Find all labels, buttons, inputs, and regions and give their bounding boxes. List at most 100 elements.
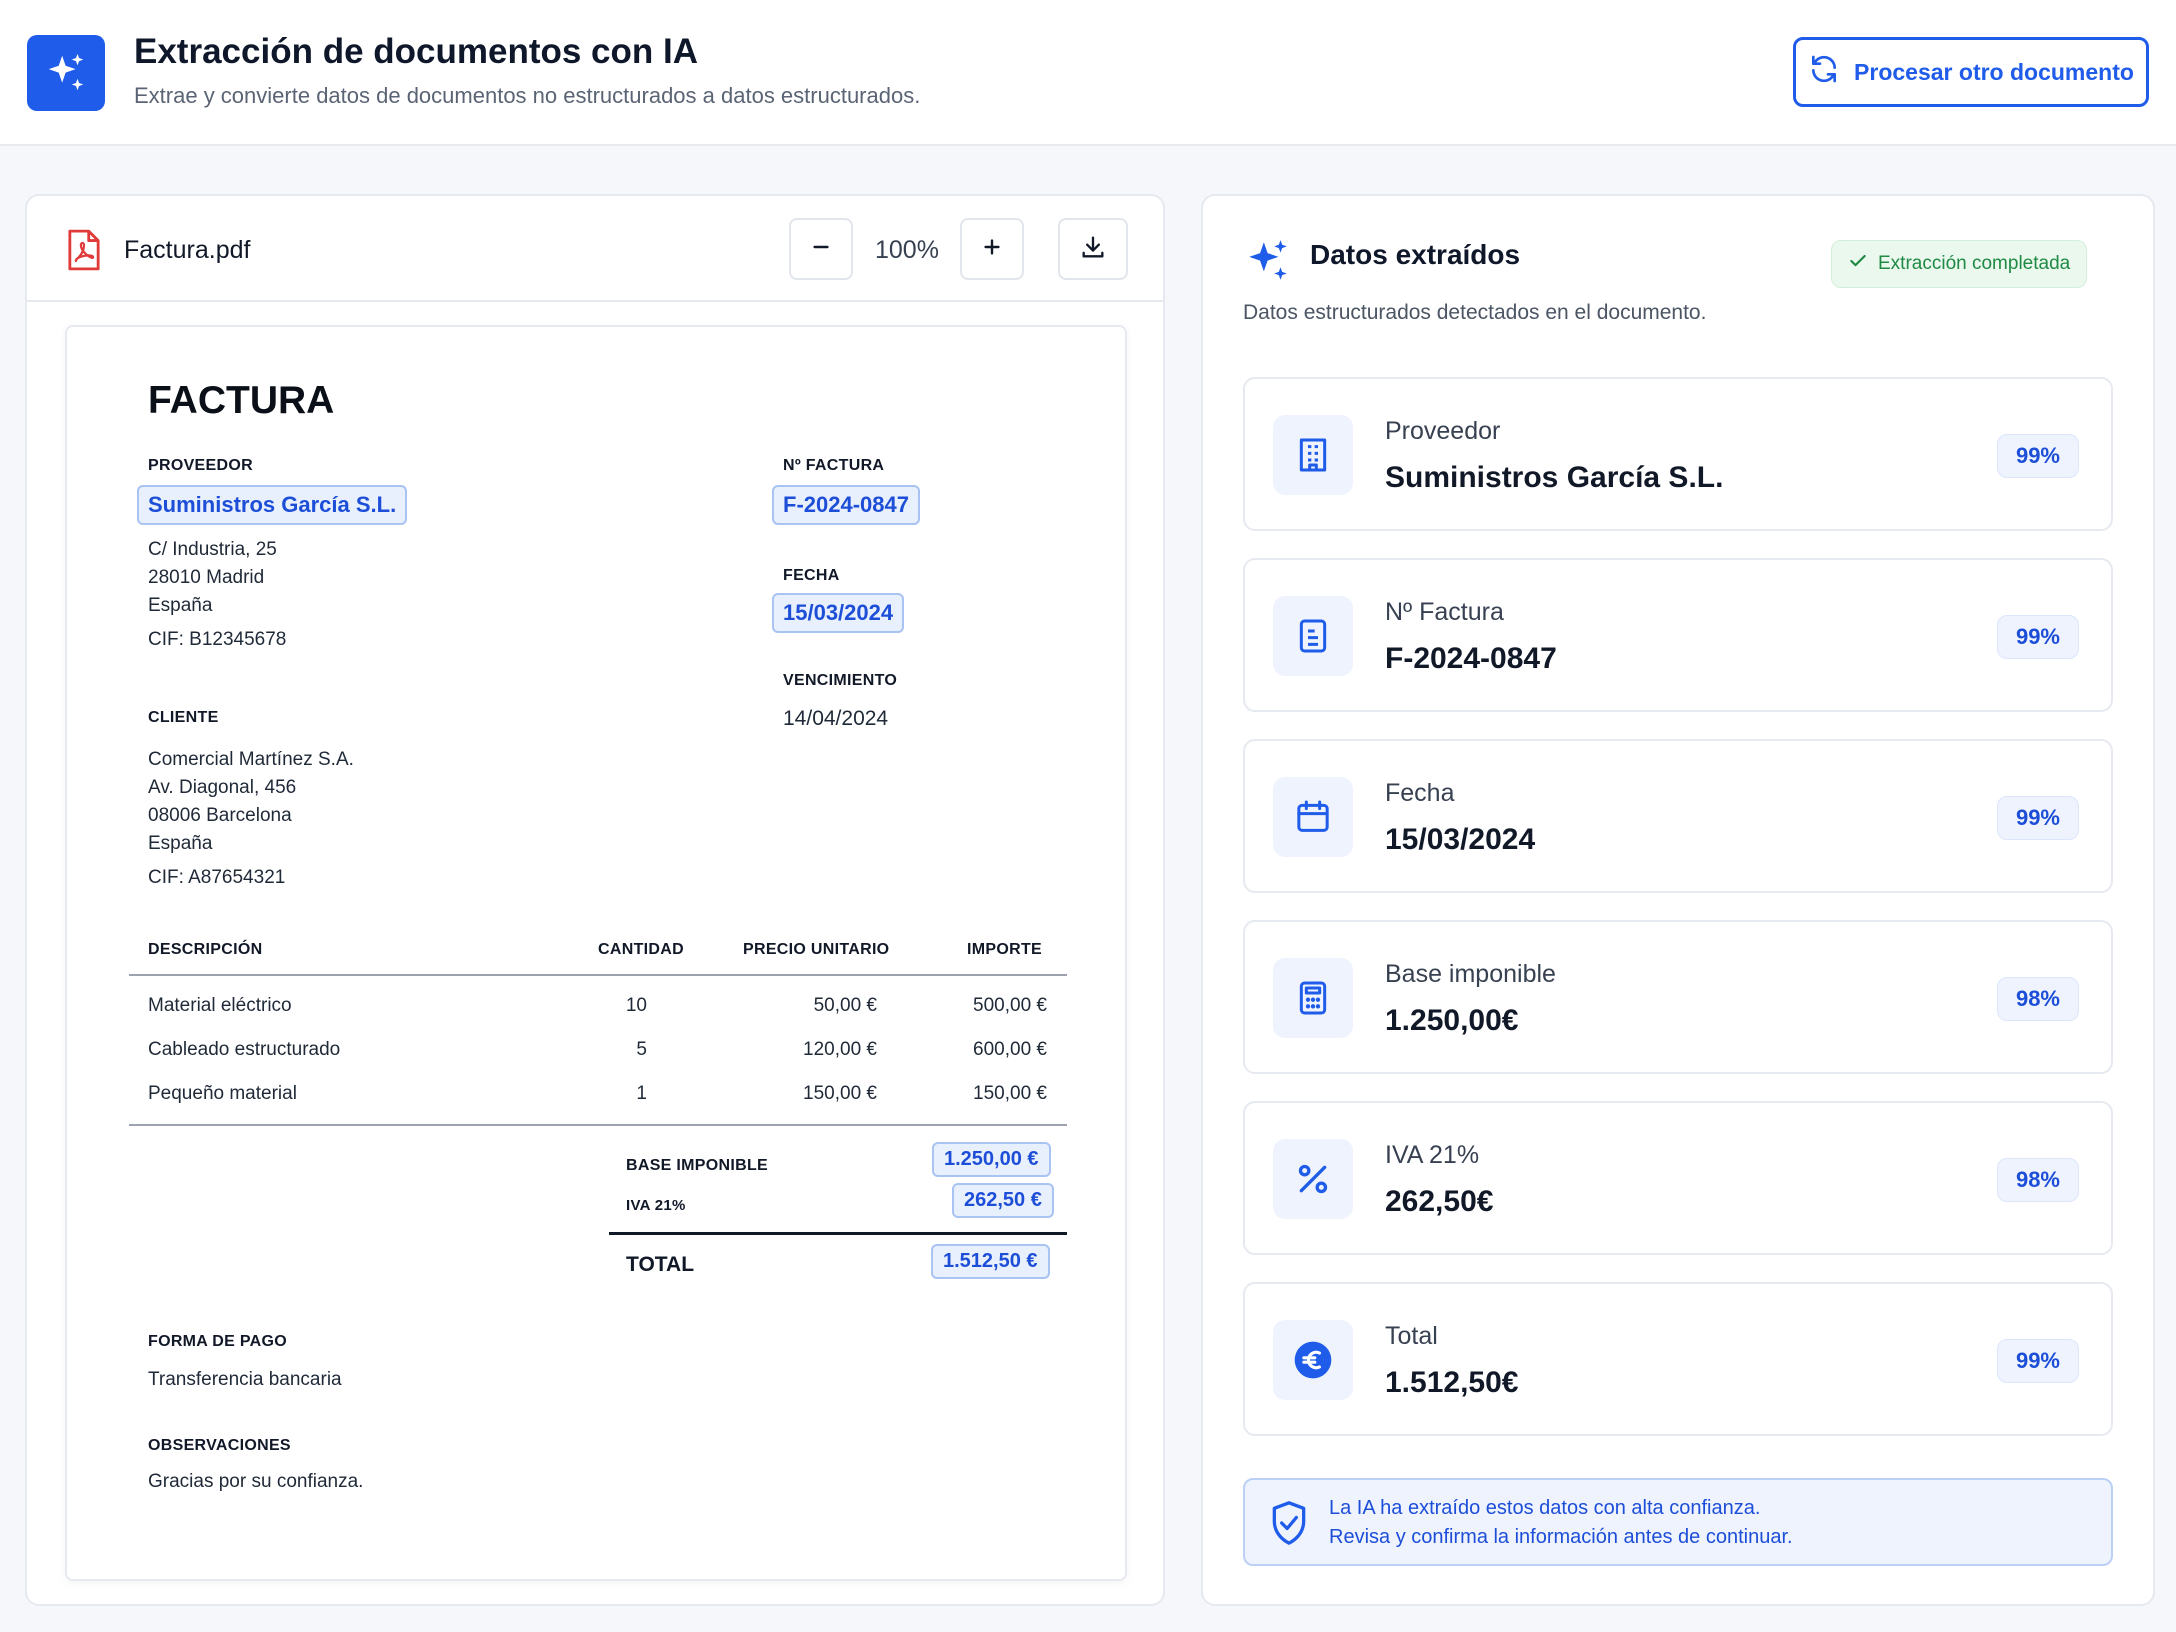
notes-value: Gracias por su confianza. — [148, 1471, 364, 1492]
zoom-in-button[interactable] — [960, 218, 1024, 280]
due-date-value: 14/04/2024 — [783, 707, 889, 730]
table-divider — [129, 974, 1067, 976]
page-title: Extracción de documentos con IA — [134, 32, 698, 71]
date-highlight[interactable]: 15/03/2024 — [772, 593, 905, 633]
check-icon — [1848, 251, 1868, 277]
confidence-badge: 99% — [1996, 796, 2079, 840]
date-label: FECHA — [783, 567, 840, 584]
totals-divider — [609, 1232, 1067, 1235]
zoom-level: 100% — [875, 236, 939, 264]
process-button-label: Procesar otro documento — [1854, 58, 2134, 85]
zoom-out-button[interactable] — [789, 218, 853, 280]
confidence-badge: 99% — [1996, 434, 2079, 478]
provider-label: PROVEEDOR — [148, 457, 253, 474]
calendar-icon — [1273, 777, 1353, 857]
due-date-label: VENCIMIENTO — [783, 672, 898, 689]
table-header-quantity: CANTIDAD — [598, 941, 684, 958]
payment-value: Transferencia bancaria — [148, 1369, 342, 1390]
calculator-icon — [1273, 958, 1353, 1038]
field-value: 1.512,50€ — [1385, 1366, 1519, 1399]
sparkles-icon — [27, 35, 105, 111]
notice-text: Revisa y confirma la información antes d… — [1329, 1526, 1793, 1548]
table-header-unit-price: PRECIO UNITARIO — [743, 941, 890, 958]
provider-address-line: 28010 Madrid — [148, 567, 265, 588]
refresh-icon — [1808, 53, 1840, 91]
table-row-description: Cableado estructurado — [148, 1039, 341, 1060]
field-value: Suministros García S.L. — [1385, 461, 1724, 494]
pdf-file-icon — [65, 228, 103, 277]
extracted-field-card[interactable]: IVA 21% 262,50€ 98% — [1243, 1101, 2113, 1255]
field-value: 1.250,00€ — [1385, 1004, 1519, 1037]
extracted-field-card[interactable]: Total 1.512,50€ 99% — [1243, 1282, 2113, 1436]
table-row-quantity: 5 — [636, 1039, 647, 1060]
euro-icon — [1273, 1320, 1353, 1400]
field-value: 262,50€ — [1385, 1185, 1494, 1218]
minus-icon — [810, 236, 832, 263]
provider-cif: CIF: B12345678 — [148, 629, 287, 650]
page-subtitle: Extrae y convierte datos de documentos n… — [134, 83, 921, 108]
extracted-field-card[interactable]: Proveedor Suministros García S.L. 99% — [1243, 377, 2113, 531]
invoice-number-label: Nº FACTURA — [783, 457, 885, 474]
table-row-description: Pequeño material — [148, 1083, 297, 1104]
confidence-badge: 98% — [1996, 977, 2079, 1021]
plus-icon — [981, 236, 1003, 263]
table-header-description: DESCRIPCIÓN — [148, 941, 263, 958]
table-row-unit-price: 120,00 € — [803, 1039, 877, 1060]
viewer-toolbar: Factura.pdf 100% — [27, 196, 1163, 302]
total-label: TOTAL — [626, 1253, 695, 1276]
app-header: Extracción de documentos con IA Extrae y… — [0, 0, 2176, 146]
download-icon — [1079, 233, 1107, 266]
invoice-title: FACTURA — [148, 379, 335, 422]
client-cif: CIF: A87654321 — [148, 867, 286, 888]
percent-icon — [1273, 1139, 1353, 1219]
table-divider — [129, 1124, 1067, 1126]
confidence-badge: 98% — [1996, 1158, 2079, 1202]
field-value: F-2024-0847 — [1385, 642, 1557, 675]
confidence-badge: 99% — [1996, 615, 2079, 659]
table-row-unit-price: 50,00 € — [813, 995, 877, 1016]
provider-name-highlight[interactable]: Suministros García S.L. — [137, 485, 408, 525]
table-row-description: Material eléctrico — [148, 995, 292, 1016]
building-icon — [1273, 415, 1353, 495]
client-line: 08006 Barcelona — [148, 805, 292, 826]
extracted-field-card[interactable]: Base imponible 1.250,00€ 98% — [1243, 920, 2113, 1074]
iva-label: IVA 21% — [626, 1197, 686, 1214]
document-viewer: Factura.pdf 100% FACTURA PROVEEDOR Sumin… — [25, 194, 1165, 1606]
client-line: Av. Diagonal, 456 — [148, 777, 297, 798]
download-button[interactable] — [1058, 218, 1128, 280]
extracted-data-panel: Datos extraídos Extracción completada Da… — [1201, 194, 2155, 1606]
extracted-field-card[interactable]: Fecha 15/03/2024 99% — [1243, 739, 2113, 893]
process-another-document-button[interactable]: Procesar otro documento — [1793, 37, 2149, 107]
table-row-amount: 600,00 € — [973, 1039, 1047, 1060]
table-row-quantity: 1 — [636, 1083, 647, 1104]
status-text: Extracción completada — [1878, 253, 2071, 274]
shield-check-icon — [1267, 1498, 1311, 1553]
client-line: Comercial Martínez S.A. — [148, 749, 354, 770]
notice-text: La IA ha extraído estos datos con alta c… — [1329, 1497, 1761, 1519]
file-name: Factura.pdf — [124, 236, 251, 264]
field-label: Total — [1385, 1322, 1438, 1350]
sparkles-icon — [1243, 236, 1293, 291]
field-label: Proveedor — [1385, 417, 1501, 445]
client-line: España — [148, 833, 213, 854]
extracted-data-title: Datos extraídos — [1310, 239, 1521, 270]
invoice-page: FACTURA PROVEEDOR Suministros García S.L… — [65, 325, 1127, 1581]
status-badge: Extracción completada — [1831, 240, 2088, 288]
provider-address-line: C/ Industria, 25 — [148, 539, 277, 560]
field-label: Base imponible — [1385, 960, 1556, 988]
base-imponible-highlight[interactable]: 1.250,00 € — [932, 1142, 1051, 1177]
table-header-amount: IMPORTE — [967, 941, 1042, 958]
document-icon — [1273, 596, 1353, 676]
table-row-unit-price: 150,00 € — [803, 1083, 877, 1104]
invoice-number-highlight[interactable]: F-2024-0847 — [772, 485, 920, 525]
notes-label: OBSERVACIONES — [148, 1437, 291, 1454]
table-row-amount: 150,00 € — [973, 1083, 1047, 1104]
provider-address-line: España — [148, 595, 213, 616]
client-label: CLIENTE — [148, 709, 219, 726]
iva-highlight[interactable]: 262,50 € — [952, 1183, 1054, 1218]
extracted-data-subtitle: Datos estructurados detectados en el doc… — [1243, 301, 1707, 324]
total-highlight[interactable]: 1.512,50 € — [931, 1244, 1050, 1279]
payment-label: FORMA DE PAGO — [148, 1333, 288, 1350]
extracted-field-card[interactable]: Nº Factura F-2024-0847 99% — [1243, 558, 2113, 712]
field-label: Fecha — [1385, 779, 1455, 807]
